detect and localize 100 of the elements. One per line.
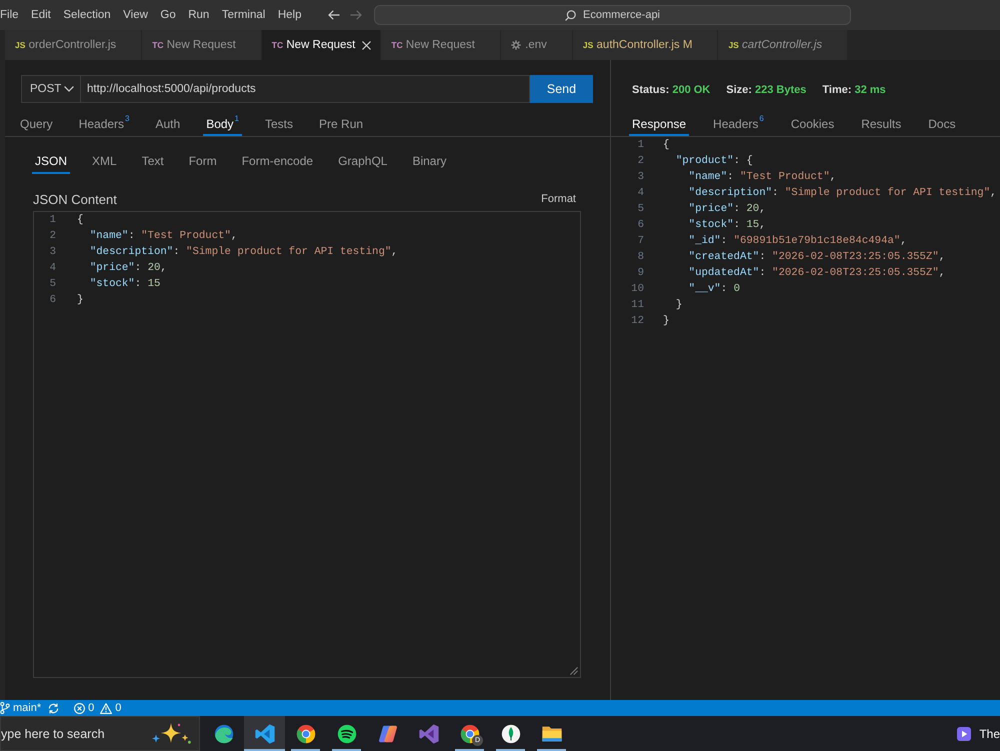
taskbar-button[interactable] [244, 716, 285, 751]
line-number: 4 [638, 186, 644, 201]
line-number: 12 [631, 314, 644, 329]
menu-item[interactable]: Selection [63, 9, 111, 21]
code-line: "__v": 0 [688, 282, 740, 297]
code-line: "stock": 15 [90, 277, 160, 292]
code-line: "_id": "69891b51e79b1c18e84c494a", [688, 234, 907, 249]
body-type-tab[interactable]: GraphQL [335, 149, 390, 174]
body-type-tab[interactable]: Text [138, 149, 167, 174]
request-tab[interactable]: Pre Run [316, 103, 366, 136]
editor-tab[interactable]: TC New Request [381, 30, 501, 60]
response-tab[interactable]: Docs [925, 99, 959, 136]
search-field[interactable]: ype here to search [0, 716, 200, 751]
body-type-tab[interactable]: Form-encode [238, 149, 316, 174]
menu-item[interactable]: File [0, 9, 19, 21]
sync-icon[interactable] [48, 702, 60, 714]
line-number: 6 [638, 218, 644, 233]
line-number: 3 [638, 170, 644, 185]
request-tab[interactable]: Auth [152, 103, 184, 136]
sparkle-icon [151, 722, 191, 744]
warnings-status[interactable]: 0 [100, 700, 122, 716]
code-line: "stock": 15, [688, 218, 766, 233]
code-line: "description": "Simple product for API testing", [688, 186, 997, 201]
code-line: "name": "Test Product", [688, 170, 836, 185]
line-number: 5 [50, 277, 56, 292]
code-line: "product": { [676, 154, 753, 169]
response-tab[interactable]: Results [858, 99, 904, 136]
code-line: "description": "Simple product for API testing", [90, 245, 398, 260]
arcs-circle-icon [336, 722, 358, 744]
close-icon[interactable] [362, 40, 372, 50]
line-number: 1 [638, 138, 644, 153]
response-tab[interactable]: Cookies [788, 99, 838, 136]
code-editor[interactable]: 1 { 2 "name": "Test Product", 3 "description": "Simple product for API testing", 4 "price": 20, 5 "stock": 15 6 } [33, 211, 581, 678]
menu-item[interactable]: Help [278, 9, 302, 21]
search-icon [564, 10, 576, 20]
command-center[interactable]: Ecommerce-api [374, 5, 851, 25]
ribbon-icon [418, 722, 440, 744]
line-number: 2 [638, 154, 644, 169]
ribbon-icon [254, 722, 276, 744]
editor-tab[interactable]: .env [500, 30, 573, 60]
menu-item[interactable]: View [123, 9, 148, 21]
swirl-icon [212, 722, 234, 744]
gear-icon [510, 40, 521, 50]
segmented-ring-icon [294, 722, 316, 744]
code-line: } [77, 293, 84, 308]
editor-tab[interactable]: JS cartController.js [718, 30, 848, 60]
line-number: 6 [50, 293, 56, 308]
format-button[interactable]: Format [536, 193, 581, 205]
line-number: 5 [638, 202, 644, 217]
request-tab[interactable]: Tests [262, 103, 296, 136]
code-line: "name": "Test Product", [90, 229, 238, 244]
send-button[interactable]: Send [530, 75, 593, 103]
section-title: JSON Content [33, 192, 117, 206]
code-line: "createdAt": "2026-02-08T23:25:05.355Z", [688, 250, 946, 265]
line-number: 11 [631, 298, 644, 313]
response-stat: Size: 223 Bytes [726, 84, 806, 96]
editor-tab[interactable]: JS authController.js M [572, 30, 718, 60]
leaf-icon [500, 722, 522, 744]
code-line: "price": 20, [90, 261, 167, 276]
warning-icon [100, 702, 112, 714]
editor-tab[interactable]: TC New Request [262, 30, 382, 60]
menu-item[interactable]: Terminal [222, 9, 266, 21]
code-line: } [676, 298, 682, 313]
menu-item[interactable]: Edit [31, 9, 51, 21]
line-number: 3 [50, 245, 56, 260]
line-number: 4 [50, 261, 56, 276]
code-line: "updatedAt": "2026-02-08T23:25:05.355Z", [688, 266, 946, 281]
body-type-tab[interactable]: XML [89, 149, 120, 174]
code-line: } [663, 314, 670, 329]
editor-tab[interactable]: JS orderController.js [5, 30, 142, 60]
branch-icon [0, 702, 10, 714]
response-stat: Time: 32 ms [822, 84, 886, 96]
body-type-tab[interactable]: JSON [32, 149, 70, 174]
response-stat: Status: 200 OK [632, 84, 710, 96]
code-line: { [77, 213, 84, 228]
errors-status[interactable]: 0 [74, 700, 94, 716]
url-field[interactable]: http://localhost:5000/api/products [81, 75, 530, 103]
chevron-down-icon [64, 86, 74, 92]
line-number: 8 [638, 250, 644, 265]
body-type-tab[interactable]: Binary [409, 149, 450, 174]
menu-item[interactable]: Run [188, 9, 210, 21]
line-number: 2 [50, 229, 56, 244]
editor-tab[interactable]: TC New Request [142, 30, 262, 60]
tray-label: The [979, 726, 1000, 740]
response-tab[interactable]: Response [629, 99, 690, 136]
resize-grip-icon[interactable] [570, 667, 578, 675]
line-number: 9 [638, 266, 644, 281]
code-line: { [663, 138, 670, 153]
line-number: 7 [638, 234, 644, 249]
line-number: 10 [631, 282, 644, 297]
error-icon [74, 702, 86, 714]
code-line: "price": 20, [688, 202, 766, 217]
play-icon[interactable] [957, 726, 972, 740]
request-tab[interactable]: Query [17, 103, 56, 136]
line-number: 1 [50, 213, 56, 228]
menu-item[interactable]: Go [160, 9, 176, 21]
method-dropdown[interactable]: POST [21, 75, 81, 103]
branch-status[interactable]: main* [0, 700, 42, 716]
back-arrow-icon[interactable] [328, 9, 340, 21]
body-type-tab[interactable]: Form [186, 149, 220, 174]
